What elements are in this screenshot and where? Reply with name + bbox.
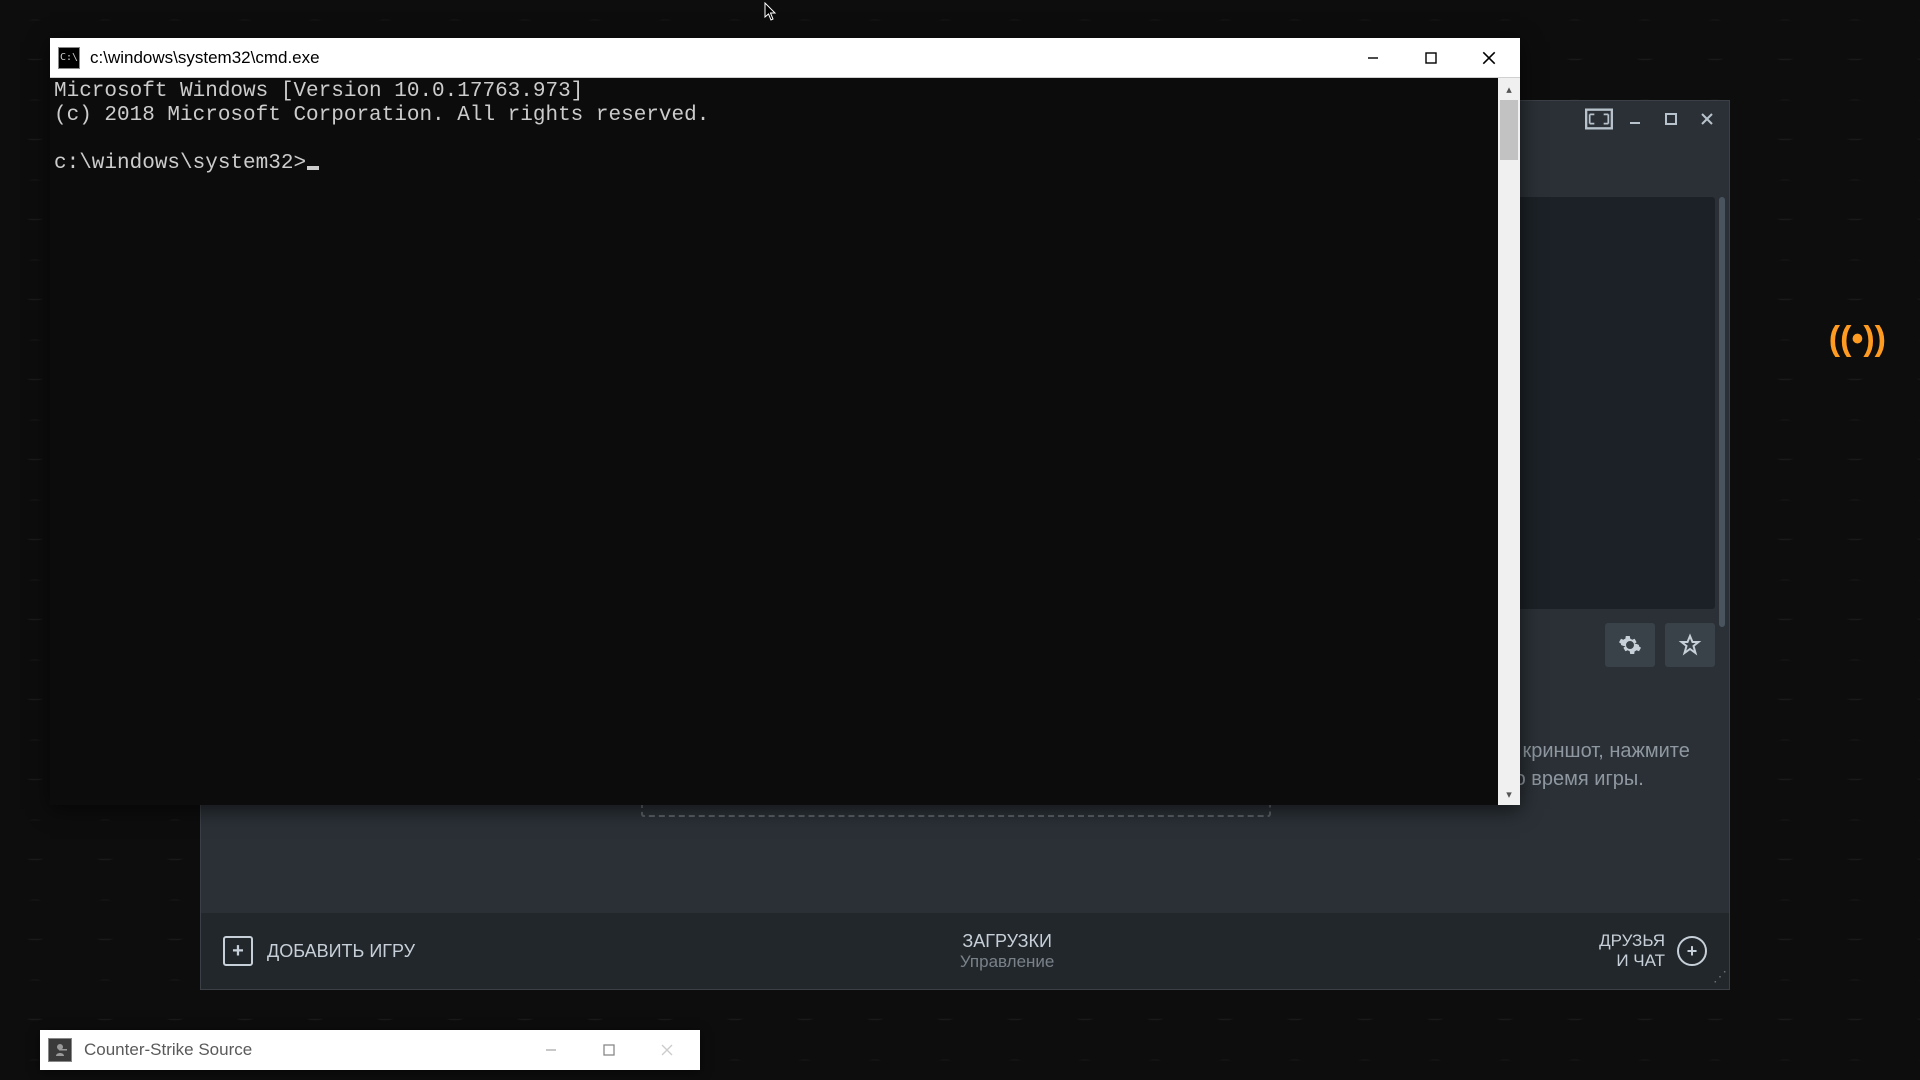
cmd-line-2: (c) 2018 Microsoft Corporation. All righ…: [54, 104, 709, 127]
cmd-close-button[interactable]: [1460, 39, 1518, 77]
resize-grip-icon[interactable]: ⋰: [1713, 968, 1725, 985]
steam-downloads-button[interactable]: ЗАГРУЗКИ Управление: [960, 931, 1055, 972]
close-icon: [1701, 113, 1713, 125]
close-icon: [661, 1044, 673, 1056]
cs-minimize-button[interactable]: [522, 1032, 580, 1068]
steam-favorite-button[interactable]: [1665, 623, 1715, 667]
cmd-line-1: Microsoft Windows [Version 10.0.17763.97…: [54, 80, 583, 103]
fullscreen-icon: [1585, 108, 1613, 130]
cmd-scrollbar[interactable]: ▴ ▾: [1498, 78, 1520, 805]
cmd-prompt: c:\windows\system32>: [54, 152, 306, 175]
scroll-down-arrow-icon[interactable]: ▾: [1498, 783, 1520, 805]
mouse-cursor-icon: [764, 2, 778, 22]
cmd-window: C:\ c:\windows\system32\cmd.exe Microsof…: [50, 38, 1520, 805]
cs-window-title: Counter-Strike Source: [84, 1040, 522, 1060]
broadcast-icon[interactable]: ((•)): [1829, 320, 1886, 359]
game-icon: [52, 1042, 68, 1058]
steam-right-panel: [1515, 197, 1715, 667]
steam-add-game-label: ДОБАВИТЬ ИГРУ: [267, 941, 415, 962]
cmd-titlebar[interactable]: C:\ c:\windows\system32\cmd.exe: [50, 38, 1520, 78]
steam-friends-line2: И ЧАТ: [1599, 951, 1665, 971]
cmd-terminal-output[interactable]: Microsoft Windows [Version 10.0.17763.97…: [50, 78, 1498, 805]
steam-preview-box: [1515, 197, 1715, 609]
minimize-icon: [1366, 51, 1380, 65]
steam-preview-actions: [1515, 623, 1715, 667]
plus-icon: +: [223, 936, 253, 966]
cmd-minimize-button[interactable]: [1344, 39, 1402, 77]
cs-app-icon: [48, 1038, 72, 1062]
close-icon: [1481, 50, 1497, 66]
steam-friends-line1: ДРУЗЬЯ: [1599, 931, 1665, 951]
cmd-window-title: c:\windows\system32\cmd.exe: [90, 48, 1344, 68]
maximize-icon: [603, 1044, 615, 1056]
cmd-scrollbar-thumb[interactable]: [1500, 100, 1518, 160]
steam-friends-button[interactable]: ДРУЗЬЯ И ЧАТ +: [1599, 931, 1707, 971]
cs-maximize-button[interactable]: [580, 1032, 638, 1068]
steam-downloads-label: ЗАГРУЗКИ: [960, 931, 1055, 952]
plus-circle-icon: +: [1677, 936, 1707, 966]
cmd-body-wrap: Microsoft Windows [Version 10.0.17763.97…: [50, 78, 1520, 805]
cmd-cursor: [307, 166, 319, 170]
steam-right-scrollbar[interactable]: [1719, 197, 1725, 627]
steam-bottombar: + ДОБАВИТЬ ИГРУ ЗАГРУЗКИ Управление ДРУЗ…: [201, 913, 1729, 989]
maximize-icon: [1424, 51, 1438, 65]
cs-window: Counter-Strike Source: [40, 1030, 700, 1070]
steam-minimize-button[interactable]: [1619, 105, 1651, 133]
maximize-icon: [1665, 113, 1677, 125]
minimize-icon: [545, 1044, 557, 1056]
cmd-maximize-button[interactable]: [1402, 39, 1460, 77]
steam-maximize-button[interactable]: [1655, 105, 1687, 133]
gear-icon: [1618, 633, 1642, 657]
scroll-up-arrow-icon[interactable]: ▴: [1498, 78, 1520, 100]
steam-fullscreen-button[interactable]: [1583, 105, 1615, 133]
steam-close-button[interactable]: [1691, 105, 1723, 133]
minimize-icon: [1629, 113, 1641, 125]
steam-settings-button[interactable]: [1605, 623, 1655, 667]
steam-downloads-sub: Управление: [960, 952, 1055, 972]
steam-add-game-button[interactable]: + ДОБАВИТЬ ИГРУ: [223, 936, 415, 966]
star-icon: [1678, 633, 1702, 657]
cmd-app-icon: C:\: [58, 47, 80, 69]
cs-close-button[interactable]: [638, 1032, 696, 1068]
